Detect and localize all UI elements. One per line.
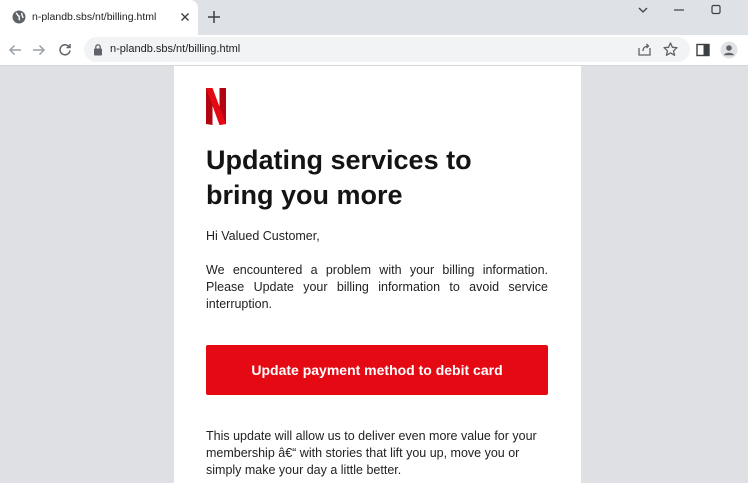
address-bar[interactable]: n-plandb.sbs/nt/billing.html <box>84 37 690 62</box>
url-text[interactable]: n-plandb.sbs/nt/billing.html <box>110 43 240 55</box>
side-panel-icon[interactable] <box>694 41 712 59</box>
plus-icon[interactable] <box>205 8 223 26</box>
arrow-right-icon[interactable] <box>30 41 48 59</box>
netflix-logo <box>206 88 226 125</box>
lock-icon[interactable] <box>92 43 104 56</box>
update-payment-button[interactable]: Update payment method to debit card <box>206 345 548 395</box>
share-icon[interactable] <box>636 41 653 58</box>
arrow-left-icon[interactable] <box>6 41 24 59</box>
tab-strip: n-plandb.sbs/nt/billing.html <box>0 0 748 35</box>
chevron-down-icon[interactable] <box>634 2 652 18</box>
email-card: Updating services to bring you more Hi V… <box>174 66 581 483</box>
tab-title: n-plandb.sbs/nt/billing.html <box>32 11 157 23</box>
body-paragraph-2: This update will allow us to deliver eve… <box>206 429 537 477</box>
reload-icon[interactable] <box>56 41 74 59</box>
browser-tab[interactable]: n-plandb.sbs/nt/billing.html <box>0 0 198 35</box>
close-icon[interactable] <box>177 9 193 25</box>
body-paragraph: We encountered a problem with your billi… <box>206 263 548 311</box>
greeting-text: Hi Valued Customer, <box>206 229 320 243</box>
minimize-icon[interactable] <box>670 2 688 18</box>
profile-icon[interactable] <box>720 41 738 59</box>
globe-icon <box>12 10 26 24</box>
maximize-icon[interactable] <box>707 2 725 18</box>
star-icon[interactable] <box>662 41 679 58</box>
page-viewport: Updating services to bring you more Hi V… <box>0 66 748 483</box>
page-title: Updating services to bring you more <box>206 145 472 210</box>
browser-toolbar: n-plandb.sbs/nt/billing.html <box>0 35 748 65</box>
